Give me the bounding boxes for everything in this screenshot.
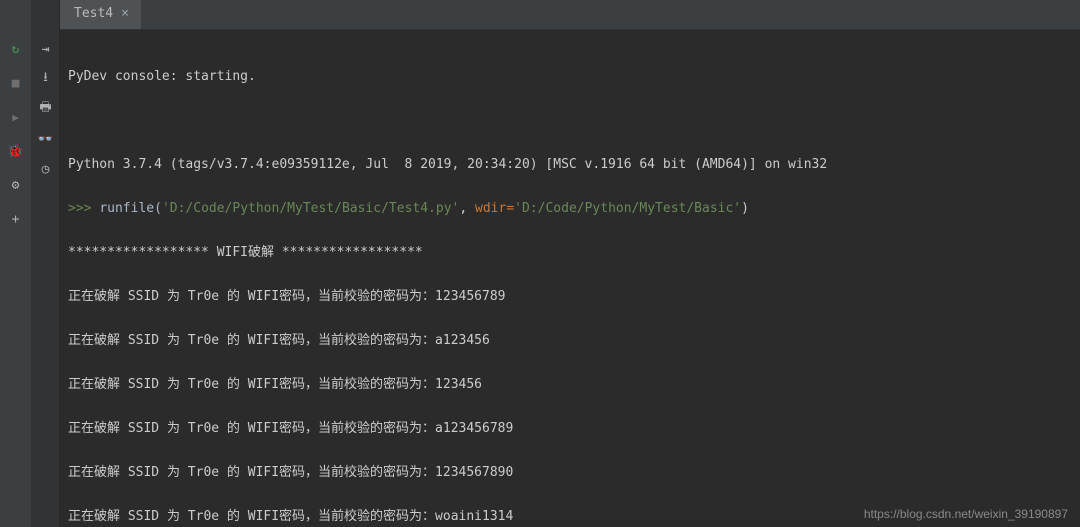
- tab-bar: Test4 ×: [60, 0, 1080, 30]
- console-line: 正在破解 SSID 为 Tr0e 的 WIFI密码，当前校验的密码为：a1234…: [68, 330, 1072, 352]
- console-line: ****************** WIFI破解 **************…: [68, 242, 1072, 264]
- console-line: 正在破解 SSID 为 Tr0e 的 WIFI密码，当前校验的密码为：a1234…: [68, 418, 1072, 440]
- console-line: >>> runfile('D:/Code/Python/MyTest/Basic…: [68, 198, 1072, 220]
- play-icon[interactable]: ▶: [7, 108, 25, 126]
- soft-wrap-icon[interactable]: ⇥: [37, 40, 55, 58]
- close-icon[interactable]: ×: [121, 6, 129, 21]
- runfile-path: 'D:/Code/Python/MyTest/Basic/Test4.py': [162, 201, 459, 216]
- paren-close: ): [741, 201, 749, 216]
- history-icon[interactable]: ◷: [37, 160, 55, 178]
- console-line: [68, 110, 1072, 132]
- tab-label: Test4: [74, 6, 113, 21]
- glasses-icon[interactable]: 👓: [37, 130, 55, 148]
- scroll-end-icon[interactable]: ⭳: [37, 70, 55, 88]
- console-output[interactable]: PyDev console: starting. Python 3.7.4 (t…: [60, 30, 1080, 527]
- left-toolbar: ↻ ■ ▶ 🐞 ⚙ +: [0, 0, 32, 527]
- main-area: Test4 × PyDev console: starting. Python …: [60, 0, 1080, 527]
- tab-test4[interactable]: Test4 ×: [60, 0, 141, 29]
- console-line: 正在破解 SSID 为 Tr0e 的 WIFI密码，当前校验的密码为：12345…: [68, 462, 1072, 484]
- print-icon[interactable]: 🖶: [37, 100, 55, 118]
- console-line: 正在破解 SSID 为 Tr0e 的 WIFI密码，当前校验的密码为：12345…: [68, 374, 1072, 396]
- settings-icon[interactable]: ⚙: [7, 176, 25, 194]
- watermark-text: https://blog.csdn.net/weixin_39190897: [864, 507, 1068, 521]
- console-line: Python 3.7.4 (tags/v3.7.4:e09359112e, Ju…: [68, 154, 1072, 176]
- gutter-toolbar: ⇥ ⭳ 🖶 👓 ◷: [32, 0, 60, 527]
- add-icon[interactable]: +: [7, 210, 25, 228]
- stop-icon[interactable]: ■: [7, 74, 25, 92]
- console-line: PyDev console: starting.: [68, 66, 1072, 88]
- console-line: 正在破解 SSID 为 Tr0e 的 WIFI密码，当前校验的密码为：12345…: [68, 286, 1072, 308]
- prompt: >>>: [68, 201, 99, 216]
- runfile-call: runfile(: [99, 201, 162, 216]
- wdir-kw: wdir=: [475, 201, 514, 216]
- rerun-icon[interactable]: ↻: [7, 40, 25, 58]
- wdir-path: 'D:/Code/Python/MyTest/Basic': [514, 201, 741, 216]
- comma: ,: [459, 201, 475, 216]
- debug-icon[interactable]: 🐞: [7, 142, 25, 160]
- ide-root: ↻ ■ ▶ 🐞 ⚙ + ⇥ ⭳ 🖶 👓 ◷ Test4 × PyDev cons…: [0, 0, 1080, 527]
